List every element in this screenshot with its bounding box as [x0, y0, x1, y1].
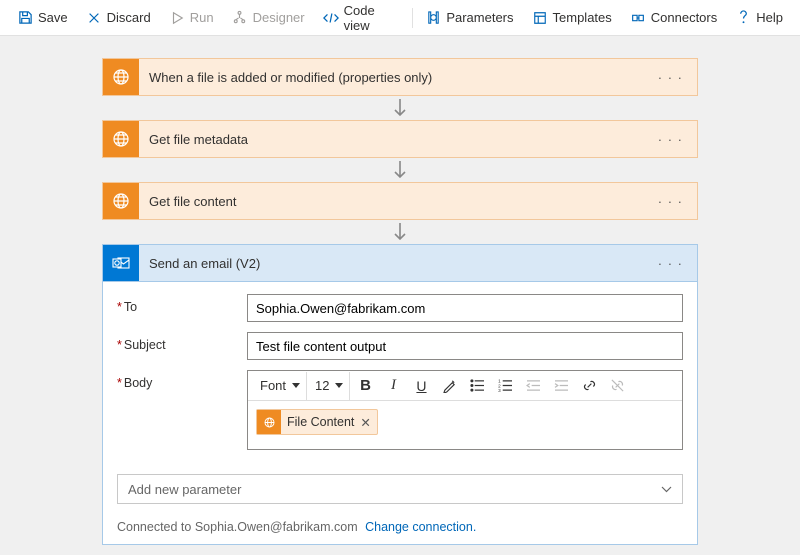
- designer-canvas: When a file is added or modified (proper…: [0, 36, 800, 555]
- discard-label: Discard: [107, 10, 151, 25]
- toolbar-separator: [412, 8, 413, 28]
- step-content[interactable]: Get file content · · ·: [102, 182, 698, 220]
- step-email[interactable]: Send an email (V2) · · ·: [102, 244, 698, 282]
- step-content-menu[interactable]: · · ·: [654, 194, 687, 209]
- subject-label: *Subject: [117, 332, 247, 352]
- connectors-icon: [630, 10, 646, 26]
- discard-icon: [86, 10, 102, 26]
- connection-info: Connected to Sophia.Owen@fabrikam.com Ch…: [103, 514, 697, 544]
- indent-button[interactable]: [548, 372, 574, 400]
- step-trigger-menu[interactable]: · · ·: [654, 70, 687, 85]
- subject-input[interactable]: [247, 332, 683, 360]
- outlook-icon: [103, 245, 139, 281]
- codeview-label: Code view: [344, 3, 401, 33]
- codeview-button[interactable]: Code view: [314, 0, 410, 35]
- chip-remove[interactable]: ✕: [360, 415, 370, 430]
- step-metadata[interactable]: Get file metadata · · ·: [102, 120, 698, 158]
- sharepoint-icon: [103, 59, 139, 95]
- step-content-title: Get file content: [149, 194, 236, 209]
- add-parameter-dropdown[interactable]: Add new parameter: [117, 474, 683, 504]
- step-metadata-title: Get file metadata: [149, 132, 248, 147]
- outdent-button[interactable]: [520, 372, 546, 400]
- rte-toolbar: Font 12 B I U: [248, 371, 682, 401]
- connectors-label: Connectors: [651, 10, 717, 25]
- code-icon: [323, 10, 339, 26]
- save-icon: [17, 10, 33, 26]
- parameters-label: Parameters: [446, 10, 513, 25]
- body-editor: Font 12 B I U: [247, 370, 683, 450]
- size-select[interactable]: 12: [309, 372, 350, 400]
- connection-email: Sophia.Owen@fabrikam.com: [195, 520, 358, 534]
- connectors-button[interactable]: Connectors: [621, 0, 726, 35]
- run-button[interactable]: Run: [160, 0, 223, 35]
- color-button[interactable]: [436, 372, 462, 400]
- italic-button[interactable]: I: [380, 372, 406, 400]
- font-select[interactable]: Font: [254, 372, 307, 400]
- step-email-title: Send an email (V2): [149, 256, 260, 271]
- link-button[interactable]: [576, 372, 602, 400]
- parameters-button[interactable]: Parameters: [416, 0, 522, 35]
- step-email-menu[interactable]: · · ·: [654, 256, 687, 271]
- numbers-button[interactable]: 123: [492, 372, 518, 400]
- arrow-icon: [393, 220, 407, 244]
- step-trigger-title: When a file is added or modified (proper…: [149, 70, 432, 85]
- designer-icon: [232, 10, 248, 26]
- body-label: *Body: [117, 370, 247, 390]
- sharepoint-icon: [103, 183, 139, 219]
- chevron-down-icon: [661, 486, 672, 493]
- change-connection-link[interactable]: Change connection.: [365, 520, 476, 534]
- file-content-chip[interactable]: File Content ✕: [256, 409, 378, 435]
- designer-label: Designer: [253, 10, 305, 25]
- arrow-icon: [393, 96, 407, 120]
- step-metadata-menu[interactable]: · · ·: [654, 132, 687, 147]
- chevron-down-icon: [292, 383, 300, 388]
- run-label: Run: [190, 10, 214, 25]
- save-button[interactable]: Save: [8, 0, 77, 35]
- help-button[interactable]: Help: [726, 0, 792, 35]
- discard-button[interactable]: Discard: [77, 0, 160, 35]
- step-email-body: *To *Subject *Body Font: [102, 282, 698, 545]
- to-label: *To: [117, 294, 247, 314]
- run-icon: [169, 10, 185, 26]
- help-label: Help: [756, 10, 783, 25]
- sharepoint-icon: [103, 121, 139, 157]
- toolbar: Save Discard Run Designer Code view Para…: [0, 0, 800, 36]
- parameters-icon: [425, 10, 441, 26]
- to-input[interactable]: [247, 294, 683, 322]
- templates-button[interactable]: Templates: [523, 0, 621, 35]
- bullets-button[interactable]: [464, 372, 490, 400]
- add-parameter-label: Add new parameter: [128, 482, 241, 497]
- unlink-button[interactable]: [604, 372, 630, 400]
- arrow-icon: [393, 158, 407, 182]
- templates-label: Templates: [553, 10, 612, 25]
- svg-text:3: 3: [498, 388, 501, 392]
- templates-icon: [532, 10, 548, 26]
- chip-label: File Content: [287, 415, 354, 429]
- sharepoint-icon: [257, 410, 281, 434]
- designer-button[interactable]: Designer: [223, 0, 314, 35]
- help-icon: [735, 10, 751, 26]
- step-trigger[interactable]: When a file is added or modified (proper…: [102, 58, 698, 96]
- chevron-down-icon: [335, 383, 343, 388]
- underline-button[interactable]: U: [408, 372, 434, 400]
- bold-button[interactable]: B: [352, 372, 378, 400]
- body-content[interactable]: File Content ✕: [248, 401, 682, 449]
- save-label: Save: [38, 10, 68, 25]
